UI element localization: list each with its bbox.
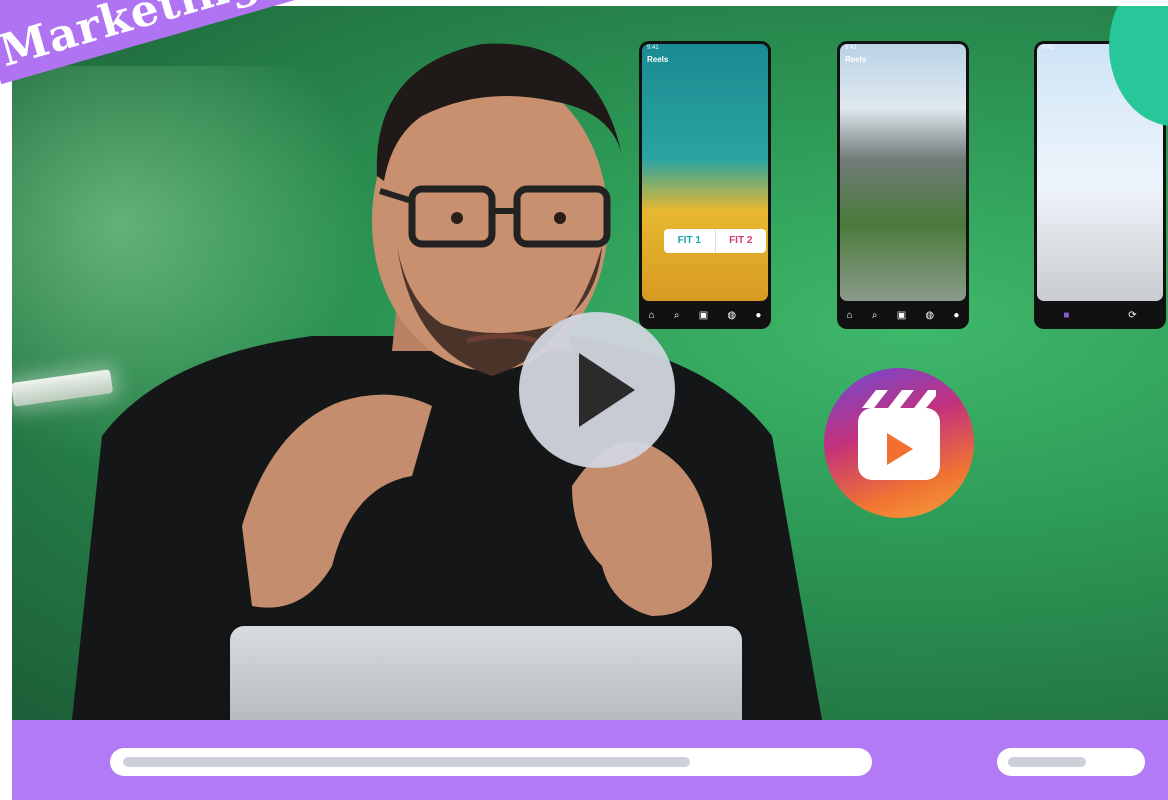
gallery-icon: ■ — [1063, 309, 1070, 321]
home-icon: ⌂ — [648, 309, 655, 321]
presenter-figure — [72, 43, 822, 720]
profile-icon: ● — [953, 309, 960, 321]
reels-icon: ▣ — [698, 309, 709, 321]
progress-bar[interactable] — [110, 748, 872, 776]
reels-logo-icon — [824, 368, 974, 518]
clapper-top — [862, 390, 936, 408]
play-icon — [887, 433, 913, 465]
flip-camera-icon: ⟳ — [1128, 309, 1137, 321]
status-time: 9:41 — [1042, 45, 1054, 51]
profile-icon: ● — [755, 309, 762, 321]
progress-fill — [123, 757, 690, 767]
shop-icon: ◍ — [925, 309, 935, 321]
poll-option-fit2: FIT 2 — [729, 235, 753, 246]
status-time: 9:41 — [845, 45, 857, 51]
phone-screen — [840, 44, 966, 301]
search-icon: ⌕ — [871, 309, 878, 321]
phone-nav-bar: ⌂ ⌕ ▣ ◍ ● — [639, 301, 771, 329]
play-button[interactable] — [519, 312, 675, 468]
search-icon: ⌕ — [673, 309, 680, 321]
shop-icon: ◍ — [727, 309, 737, 321]
reels-title: Reels — [845, 55, 867, 64]
poll-sticker: FIT 1 FIT 2 — [664, 229, 766, 253]
reels-icon: ▣ — [896, 309, 907, 321]
volume-level — [1008, 757, 1086, 767]
status-time: 9:41 — [647, 45, 659, 51]
play-icon — [579, 353, 635, 427]
phone-mockup-1: 9:41 Reels FIT 1 FIT 2 ⌂ ⌕ ▣ ◍ ● — [639, 41, 771, 329]
video-control-bar — [12, 720, 1168, 800]
video-player[interactable]: 9:41 Reels FIT 1 FIT 2 ⌂ ⌕ ▣ ◍ ● 9:41 Re… — [12, 6, 1168, 720]
phone-nav-bar: ⌂ ⌕ ▣ ◍ ● — [837, 301, 969, 329]
phone-mockup-2: 9:41 Reels ⌂ ⌕ ▣ ◍ ● — [837, 41, 969, 329]
phone-nav-bar: ■ ⟳ — [1034, 301, 1166, 329]
reels-title: Reels — [647, 55, 669, 64]
poll-option-fit1: FIT 1 — [664, 229, 716, 253]
home-icon: ⌂ — [846, 309, 853, 321]
volume-slider[interactable] — [997, 748, 1145, 776]
laptop — [230, 626, 742, 720]
phone-screen — [642, 44, 768, 301]
